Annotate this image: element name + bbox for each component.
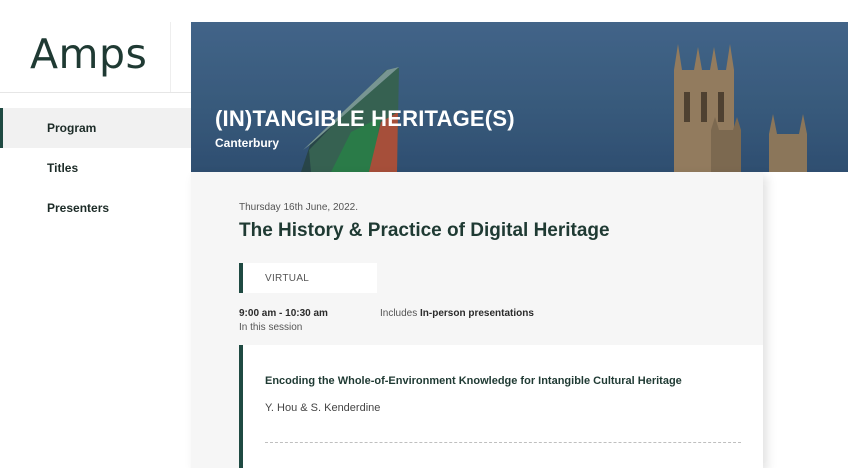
sidebar-item-presenters[interactable]: Presenters <box>0 188 191 228</box>
sidebar-item-program[interactable]: Program <box>0 108 191 148</box>
banner-title: (IN)TANGIBLE HERITAGE(S) <box>215 106 515 131</box>
paper-authors: Y. Hou & S. Kenderdine <box>265 402 381 414</box>
session-card: Thursday 16th June, 2022. The History & … <box>191 172 763 468</box>
session-includes: Includes In-person presentations <box>380 308 534 319</box>
banner-image <box>191 22 848 172</box>
includes-value: In-person presentations <box>420 308 534 319</box>
sidebar-nav: Program Titles Presenters <box>0 108 191 228</box>
session-mode-label: VIRTUAL <box>265 273 310 284</box>
conference-banner: (IN)TANGIBLE HERITAGE(S) Canterbury <box>191 22 848 172</box>
paper-title[interactable]: Encoding the Whole-of-Environment Knowle… <box>265 375 682 387</box>
in-session-label: In this session <box>239 322 303 333</box>
paper-item: Encoding the Whole-of-Environment Knowle… <box>239 345 763 468</box>
paper-divider <box>265 442 741 443</box>
sidebar-divider <box>0 92 191 93</box>
session-title: The History & Practice of Digital Herita… <box>239 220 610 241</box>
session-date: Thursday 16th June, 2022. <box>239 202 358 213</box>
session-time: 9:00 am - 10:30 am <box>239 308 328 319</box>
session-mode-badge: VIRTUAL <box>239 263 377 293</box>
logo-container: Amps <box>0 22 171 92</box>
sidebar-item-titles[interactable]: Titles <box>0 148 191 188</box>
banner-location: Canterbury <box>215 136 280 150</box>
includes-prefix: Includes <box>380 308 421 319</box>
amps-logo[interactable]: Amps <box>30 30 147 78</box>
